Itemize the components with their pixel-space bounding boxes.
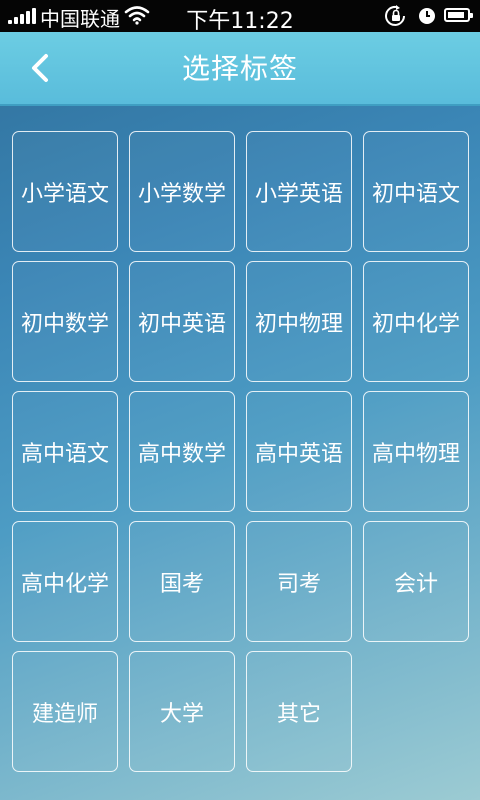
tag-button[interactable]: 会计 [363, 521, 469, 642]
tag-button[interactable]: 高中语文 [12, 391, 118, 512]
battery-level [448, 12, 465, 18]
back-button[interactable] [18, 48, 62, 92]
tag-button[interactable]: 司考 [246, 521, 352, 642]
tag-button[interactable]: 小学数学 [129, 131, 235, 252]
tag-button[interactable]: 初中语文 [363, 131, 469, 252]
chevron-left-icon [30, 53, 50, 87]
tag-button[interactable]: 高中数学 [129, 391, 235, 512]
tag-button[interactable]: 高中化学 [12, 521, 118, 642]
tag-button[interactable]: 高中英语 [246, 391, 352, 512]
tag-button[interactable]: 初中数学 [12, 261, 118, 382]
status-time: 下午11:22 [186, 9, 294, 34]
tag-button[interactable]: 初中化学 [363, 261, 469, 382]
tag-grid: 小学语文 小学数学 小学英语 初中语文初中数学 初中英语 初中物理 初中化学高中语文 高中数学… [12, 131, 471, 772]
header-bar: 选择标签 [0, 32, 480, 106]
tag-button[interactable]: 初中英语 [129, 261, 235, 382]
tag-button[interactable]: 国考 [129, 521, 235, 642]
tag-button[interactable]: 其它 [246, 651, 352, 772]
rotation-lock-icon [384, 5, 408, 32]
battery-icon [444, 8, 473, 22]
tag-button[interactable]: 初中物理 [246, 261, 352, 382]
screen: 中国联通 下午11:22 选择标签 小学语文 小学数学 小学英语 初中语文 初中… [0, 0, 480, 800]
alarm-clock-icon [418, 6, 436, 30]
status-bar: 中国联通 下午11:22 [0, 0, 480, 34]
tag-button[interactable]: 小学语文 [12, 131, 118, 252]
tag-button[interactable]: 小学英语 [246, 131, 352, 252]
tag-button[interactable]: 高中物理 [363, 391, 469, 512]
page-title: 选择标签 [181, 52, 298, 85]
tag-button[interactable]: 大学 [129, 651, 235, 772]
tag-button[interactable]: 建造师 [12, 651, 118, 772]
